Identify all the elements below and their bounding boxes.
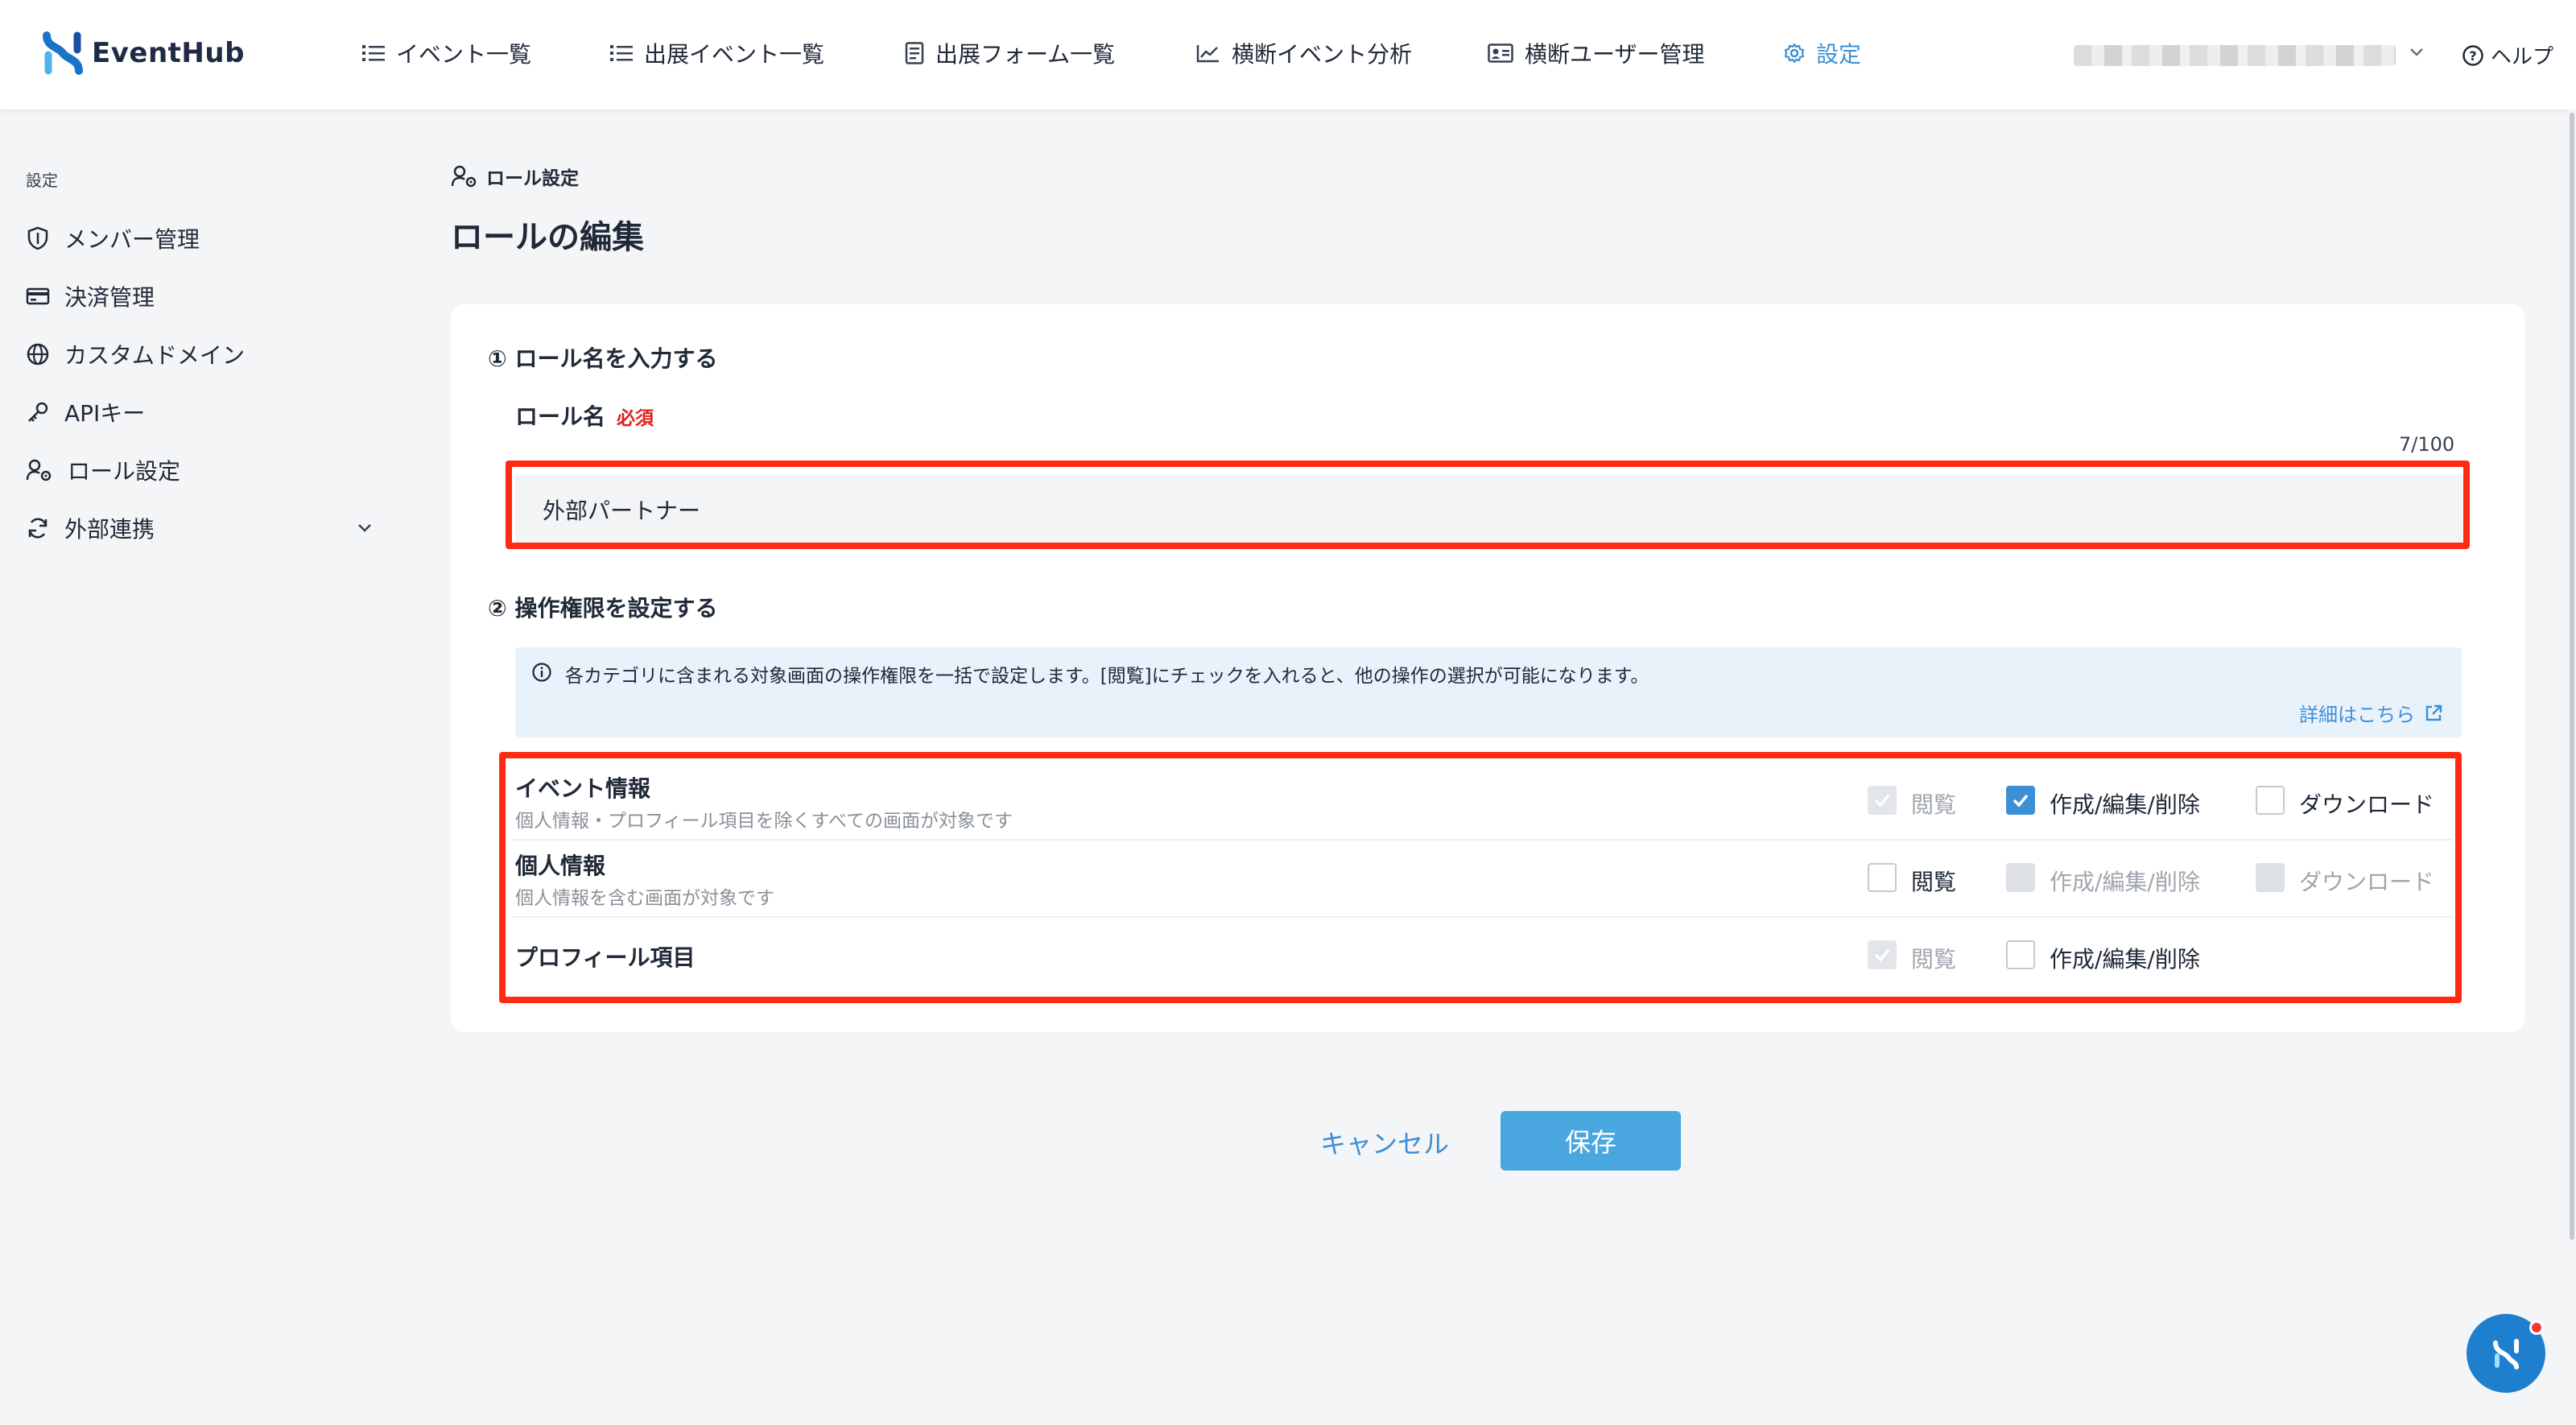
- section-role-name-title: ① ロール名を入力する: [488, 345, 718, 372]
- help-link[interactable]: ? ヘルプ: [2462, 40, 2553, 70]
- sidebar-item-label: メンバー管理: [64, 226, 200, 253]
- nav-label: 出展フォーム一覧: [935, 41, 1116, 68]
- nav-cross-event-analytics[interactable]: 横断イベント分析: [1196, 37, 1412, 69]
- globe-icon: [27, 343, 49, 366]
- details-link-label: 詳細はこちら: [2299, 704, 2415, 726]
- credit-card-icon: [26, 287, 50, 305]
- sidebar-item-label: 決済管理: [64, 284, 155, 311]
- svg-text:?: ?: [2469, 48, 2476, 64]
- chevron-down-icon[interactable]: [354, 517, 375, 538]
- section-permissions-title: ② 操作権限を設定する: [488, 595, 718, 622]
- top-header: EventHub イベント一覧 出展イベント一覧 出展フォーム一覧 横断イベント…: [0, 0, 2576, 109]
- user-gear-icon: [26, 459, 52, 481]
- sidebar-item-label: カスタムドメイン: [64, 342, 246, 369]
- nav-label: イベント一覧: [396, 41, 532, 68]
- breadcrumb: ロール設定: [451, 163, 579, 190]
- details-link[interactable]: 詳細はこちら: [2299, 699, 2444, 727]
- required-badge: 必須: [617, 408, 654, 429]
- sidebar-item-api-key[interactable]: APIキー: [26, 396, 145, 428]
- brand-name: EventHub: [92, 37, 245, 69]
- user-account-menu[interactable]: [2074, 45, 2396, 66]
- nav-event-list[interactable]: イベント一覧: [362, 37, 531, 69]
- id-card-icon: [1488, 43, 1513, 63]
- nav-label: 設定: [1816, 41, 1862, 68]
- nav-settings[interactable]: 設定: [1784, 37, 1861, 69]
- gear-icon: [1784, 43, 1805, 64]
- sync-icon: [28, 518, 47, 539]
- sidebar-item-label: ロール設定: [68, 458, 181, 485]
- sidebar-item-external-integration[interactable]: 外部連携: [26, 512, 155, 544]
- help-circle-icon: ?: [2462, 44, 2483, 66]
- external-link-icon: [2425, 704, 2442, 721]
- scrollbar-thumb[interactable]: [2570, 113, 2574, 1240]
- shield-icon: [27, 226, 48, 250]
- chevron-down-icon[interactable]: [2407, 42, 2426, 61]
- sidebar-item-custom-domain[interactable]: カスタムドメイン: [26, 338, 245, 370]
- nav-exhibit-form-list[interactable]: 出展フォーム一覧: [905, 37, 1115, 69]
- cancel-button[interactable]: キャンセル: [1320, 1124, 1449, 1161]
- sidebar-item-label: APIキー: [64, 400, 146, 427]
- sidebar-item-role-settings[interactable]: ロール設定: [26, 454, 180, 486]
- save-button[interactable]: 保存: [1501, 1111, 1681, 1171]
- sidebar-item-member-management[interactable]: メンバー管理: [26, 222, 200, 254]
- nav-label: 横断ユーザー管理: [1525, 41, 1705, 68]
- character-counter: 7/100: [2399, 433, 2455, 456]
- highlight-box-permissions: [499, 752, 2462, 1003]
- list-icon: [610, 45, 633, 61]
- notification-dot: [2529, 1320, 2544, 1335]
- breadcrumb-label: ロール設定: [486, 168, 579, 189]
- form-icon: [905, 42, 924, 64]
- nav-label: 出展イベント一覧: [644, 41, 825, 68]
- eventhub-logo[interactable]: EventHub: [42, 31, 245, 76]
- nav-exhibit-event-list[interactable]: 出展イベント一覧: [610, 37, 824, 69]
- role-name-label: ロール名: [515, 403, 606, 430]
- nav-label: 横断イベント分析: [1232, 41, 1413, 68]
- highlight-box-role-name: [506, 461, 2470, 549]
- page-title: ロールの編集: [451, 219, 644, 256]
- sidebar-item-payment-management[interactable]: 決済管理: [26, 280, 155, 312]
- sidebar-item-label: 外部連携: [64, 516, 155, 543]
- user-gear-icon: [451, 165, 477, 188]
- chart-icon: [1196, 45, 1219, 63]
- nav-cross-user-management[interactable]: 横断ユーザー管理: [1488, 37, 1704, 69]
- chat-logo-icon: [2493, 1339, 2519, 1369]
- list-icon: [362, 45, 385, 61]
- key-icon: [28, 402, 48, 422]
- logo-mark-icon: [42, 31, 84, 76]
- info-icon: [532, 663, 551, 682]
- info-text: 各カテゴリに含まれる対象画面の操作権限を一括で設定します。[閲覧]にチェックを入…: [565, 666, 1649, 687]
- sidebar-heading: 設定: [26, 171, 58, 190]
- help-label: ヘルプ: [2491, 45, 2554, 69]
